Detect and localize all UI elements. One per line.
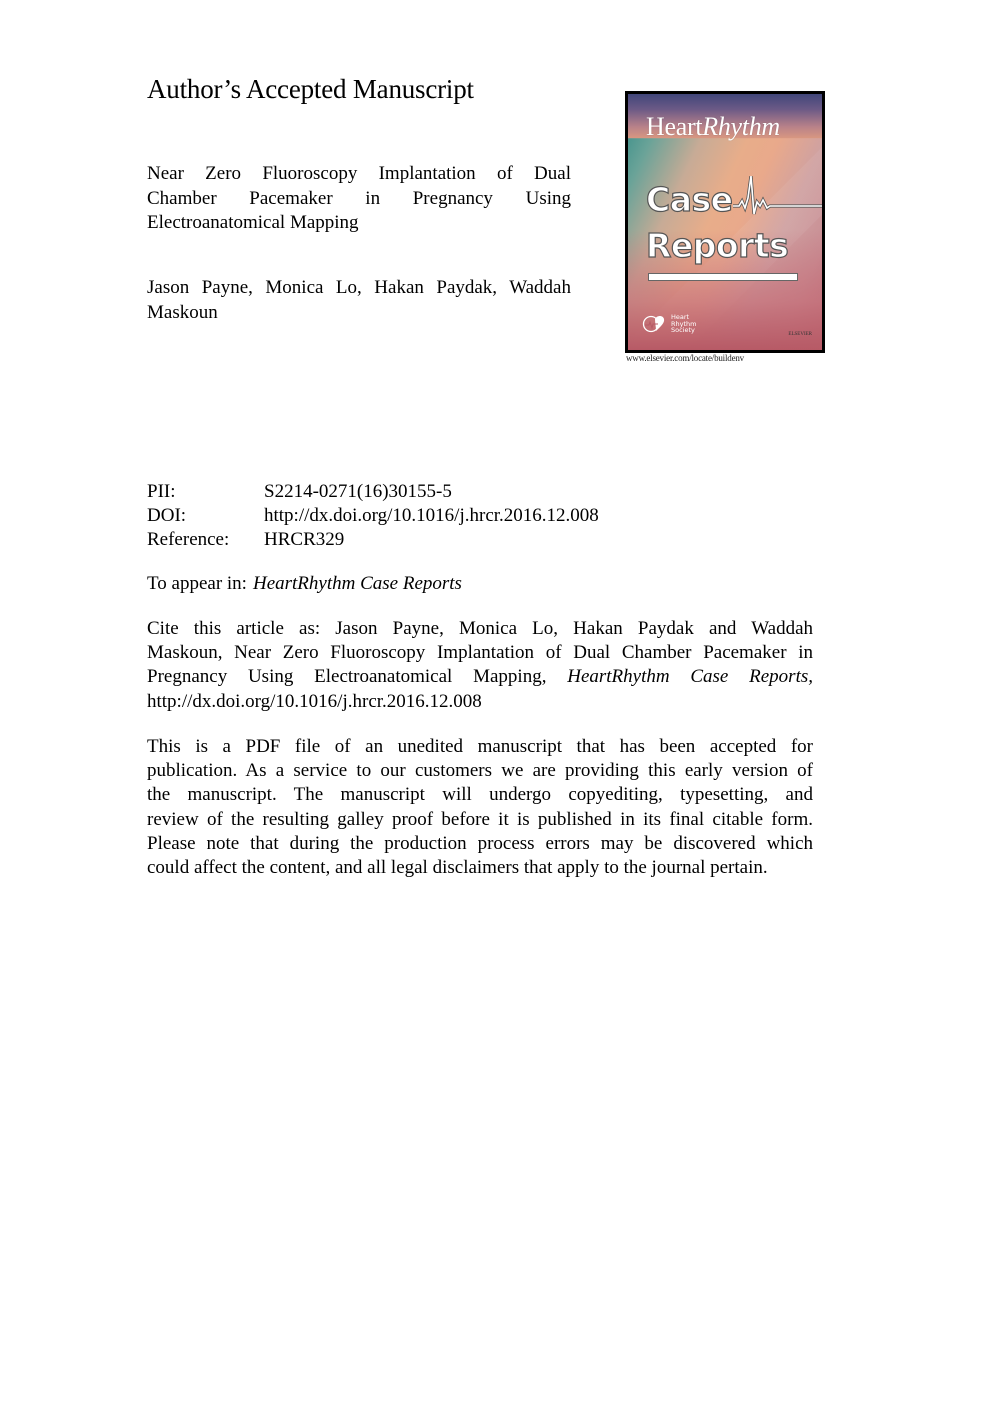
title-line: Chamber Pacemaker in Pregnancy Using	[147, 187, 571, 209]
manuscript-header: Author’s Accepted Manuscript	[147, 74, 474, 104]
disclaimer-line: the manuscript. The manuscript will unde…	[147, 784, 813, 806]
title-line: Near Zero Fluoroscopy Implantation of Du…	[147, 163, 571, 184]
doi-row: DOI: http://dx.doi.org/10.1016/j.hrcr.201…	[147, 504, 599, 528]
to-appear-row: To appear in: HeartRhythm Case Reports	[147, 572, 462, 596]
disclaimer-line: review of the resulting galley proof bef…	[147, 808, 813, 830]
society-line: Society	[671, 326, 695, 335]
heart-rhythm-society-logo: Heart Rhythm Society	[642, 314, 696, 334]
reference-label: Reference:	[147, 529, 230, 550]
citation-journal: HeartRhythm Case Reports,	[567, 666, 813, 688]
cover-title-reports: Reports	[645, 225, 789, 265]
cover-brand: HeartRhythm	[646, 112, 780, 142]
to-appear-label: To appear in:	[147, 573, 247, 594]
publisher-mark: ELSEVIER	[788, 332, 812, 337]
disclaimer-line: could affect the content, and all legal …	[147, 856, 768, 878]
disclaimer-paragraph: This is a PDF file of an unedited manusc…	[147, 735, 813, 880]
reference-value: HRCR329	[264, 529, 345, 550]
reference-row: Reference: HRCR329	[147, 528, 344, 552]
brand-italic: Rhythm	[702, 112, 780, 141]
heart-globe-icon	[642, 315, 665, 333]
disclaimer-line: This is a PDF file of an unedited manusc…	[147, 736, 813, 757]
journal-name: HeartRhythm Case Reports	[252, 573, 462, 594]
doi-label: DOI:	[147, 505, 187, 526]
citation-paragraph: Cite this article as: Jason Payne, Monic…	[147, 617, 813, 714]
brand-regular: Heart	[646, 112, 703, 141]
article-title: Near Zero Fluoroscopy Implantation of Du…	[147, 162, 571, 236]
ecg-waveform-icon	[733, 176, 822, 215]
citation-line: Maskoun, Near Zero Fluoroscopy Implantat…	[147, 642, 813, 664]
journal-cover-image: HeartRhythm Case Reports Heart Rhythm So…	[625, 91, 825, 353]
disclaimer-line: publication. As a service to our custome…	[147, 760, 813, 782]
citation-line: Cite this article as: Jason Payne, Monic…	[147, 618, 813, 639]
pii-row: PII: S2214-0271(16)30155-5	[147, 480, 452, 504]
author-line: Jason Payne, Monica Lo, Hakan Paydak, Wa…	[147, 277, 571, 298]
citation-doi-link[interactable]: http://dx.doi.org/10.1016/j.hrcr.2016.12…	[147, 690, 813, 714]
doi-link[interactable]: http://dx.doi.org/10.1016/j.hrcr.2016.12…	[264, 505, 599, 526]
cover-url[interactable]: www.elsevier.com/locate/buildenv	[626, 353, 744, 363]
citation-text: Pregnancy Using Electroanatomical Mappin…	[147, 666, 547, 688]
pii-label: PII:	[147, 481, 176, 502]
society-name: Heart Rhythm Society	[671, 314, 696, 334]
author-line: Maskoun	[147, 301, 218, 323]
disclaimer-line: Please note that during the production p…	[147, 832, 813, 854]
citation-line: Pregnancy Using Electroanatomical Mappin…	[147, 665, 813, 689]
cover-title-case: Case	[645, 179, 733, 219]
title-line: Electroanatomical Mapping	[147, 212, 359, 233]
author-list: Jason Payne, Monica Lo, Hakan Paydak, Wa…	[147, 276, 571, 325]
cover-underline-bar	[648, 273, 798, 281]
pii-value: S2214-0271(16)30155-5	[264, 481, 452, 502]
